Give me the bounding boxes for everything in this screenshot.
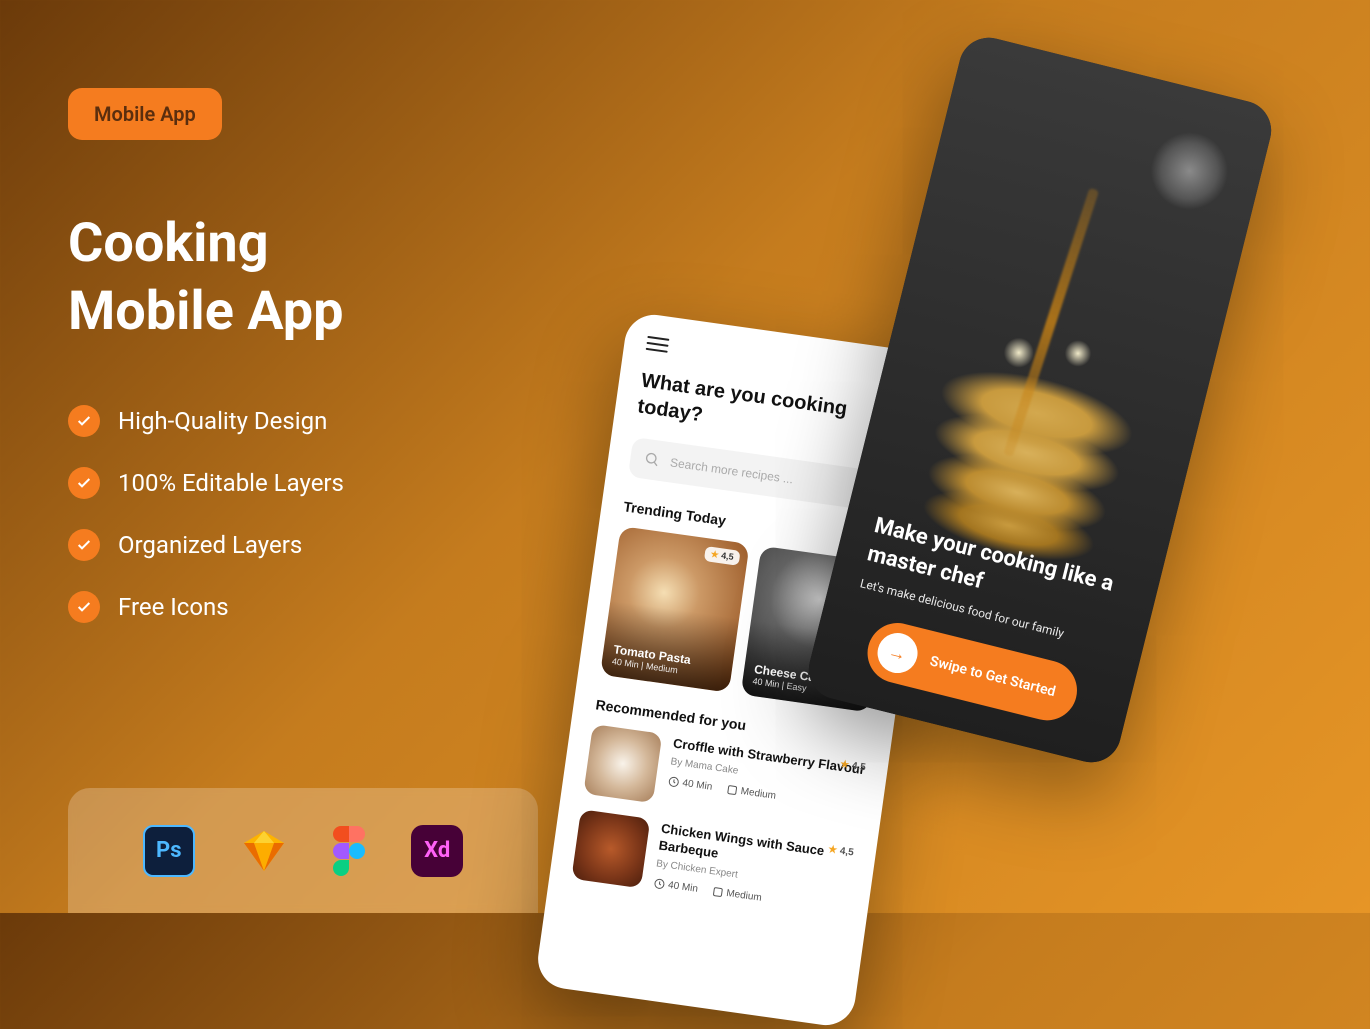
hamburger-menu-icon[interactable] <box>646 336 670 353</box>
clock-icon <box>653 877 667 891</box>
arrow-right-icon: → <box>873 629 921 677</box>
check-icon <box>68 529 100 561</box>
search-icon <box>643 451 661 469</box>
difficulty-icon <box>725 783 739 797</box>
time-text: 40 Min <box>682 778 713 793</box>
compatible-tools-panel: Ps Xd <box>68 788 538 913</box>
search-placeholder: Search more recipes ... <box>669 455 794 486</box>
rating-badge: 4,5 <box>704 546 741 566</box>
time-text: 40 Min <box>667 880 698 895</box>
photoshop-icon: Ps <box>143 825 195 877</box>
difficulty-text: Medium <box>740 786 777 802</box>
title-line-2: Mobile App <box>68 280 343 343</box>
feature-item: High-Quality Design <box>68 405 344 437</box>
feature-item: Free Icons <box>68 591 344 623</box>
feature-item: 100% Editable Layers <box>68 467 344 499</box>
feature-text: Free Icons <box>118 593 229 621</box>
swipe-button-label: Swipe to Get Started <box>928 653 1057 700</box>
feature-text: High-Quality Design <box>118 407 327 435</box>
product-title: Cooking Mobile App <box>68 210 343 345</box>
check-icon <box>68 467 100 499</box>
difficulty-text: Medium <box>726 888 763 904</box>
clock-icon <box>667 775 681 789</box>
title-line-1: Cooking <box>68 212 269 275</box>
feature-text: Organized Layers <box>118 531 302 559</box>
feature-text: 100% Editable Layers <box>118 469 344 497</box>
feature-item: Organized Layers <box>68 529 344 561</box>
trending-card[interactable]: 4,5 Tomato Pasta 40 Min | Medium <box>600 526 750 693</box>
check-icon <box>68 591 100 623</box>
figma-icon <box>332 826 366 876</box>
adobe-xd-icon: Xd <box>411 825 463 877</box>
category-badge: Mobile App <box>68 88 222 140</box>
difficulty-icon <box>711 885 725 899</box>
recipe-thumbnail <box>583 724 662 803</box>
recipe-thumbnail <box>571 809 650 888</box>
feature-list: High-Quality Design 100% Editable Layers… <box>68 405 344 653</box>
check-icon <box>68 405 100 437</box>
sketch-icon <box>240 827 288 875</box>
